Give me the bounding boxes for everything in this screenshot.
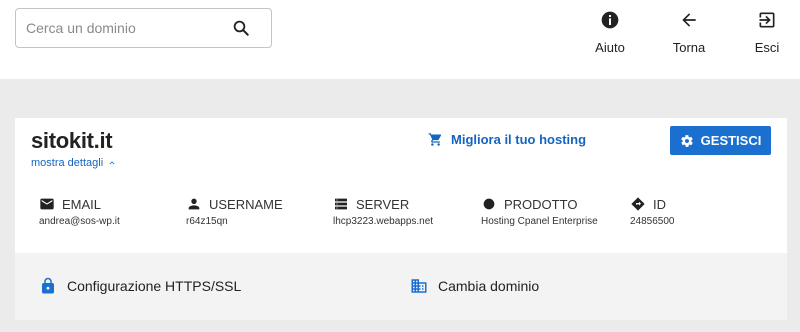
info-server-header: SERVER xyxy=(333,196,433,212)
logout-label: Esci xyxy=(754,40,780,55)
server-icon xyxy=(335,198,347,210)
info-email: EMAIL andrea@sos-wp.it xyxy=(39,196,120,228)
site-title: sitokit.it xyxy=(31,128,113,153)
back-label: Torna xyxy=(672,40,706,55)
info-server-label: SERVER xyxy=(356,196,410,212)
info-id: ID 24856500 xyxy=(630,196,675,228)
info-username-value: r64z15qn xyxy=(186,216,228,227)
logout-button[interactable]: Esci xyxy=(737,10,797,60)
manage-label: GESTISCI xyxy=(700,133,762,148)
chevron-up-icon xyxy=(109,161,115,165)
info-product-value: Hosting Cpanel Enterprise xyxy=(481,216,598,227)
info-username: USERNAME r64z15qn xyxy=(186,196,283,228)
back-button[interactable]: Torna xyxy=(659,10,719,60)
help-button[interactable]: Aiuto xyxy=(580,10,640,60)
upgrade-hosting-link[interactable]: Migliora il tuo hosting xyxy=(428,132,586,147)
https-ssl-link[interactable]: Configurazione HTTPS/SSL xyxy=(39,277,241,295)
info-server: SERVER lhcp3223.webapps.net xyxy=(333,196,434,228)
exit-icon xyxy=(759,12,775,28)
search-box[interactable] xyxy=(15,8,272,48)
info-username-label: USERNAME xyxy=(209,196,283,212)
details-toggle[interactable]: mostra dettagli xyxy=(31,157,117,169)
info-server-value: lhcp3223.webapps.net xyxy=(333,216,434,227)
mail-icon xyxy=(40,198,54,210)
gear-icon xyxy=(680,134,693,147)
info-product-header: PRODOTTO xyxy=(481,196,598,212)
change-domain-label: Cambia dominio xyxy=(438,278,540,294)
site-card: sitokit.it mostra dettagli Migliora il t… xyxy=(15,118,787,320)
building-icon xyxy=(411,279,427,293)
info-product: PRODOTTO Hosting Cpanel Enterprise xyxy=(481,196,598,228)
info-email-header: EMAIL xyxy=(39,196,120,212)
help-label: Aiuto xyxy=(595,40,625,55)
lock-icon xyxy=(42,277,54,294)
info-id-label: ID xyxy=(653,196,666,212)
top-bar: Aiuto Torna Esci xyxy=(0,0,800,79)
info-username-header: USERNAME xyxy=(186,196,283,212)
manage-button[interactable]: GESTISCI xyxy=(670,126,771,155)
info-product-label: PRODOTTO xyxy=(504,196,578,212)
change-domain-link[interactable]: Cambia dominio xyxy=(410,277,539,295)
info-email-label: EMAIL xyxy=(62,196,102,212)
info-icon xyxy=(601,11,619,29)
info-id-header: ID xyxy=(630,196,675,212)
upgrade-label: Migliora il tuo hosting xyxy=(451,132,587,147)
cart-icon xyxy=(428,133,442,146)
circle-icon xyxy=(483,198,495,210)
search-input[interactable] xyxy=(26,17,226,39)
search-icon[interactable] xyxy=(232,19,250,37)
actions-bar: Configurazione HTTPS/SSL Cambia dominio xyxy=(15,253,787,320)
details-label: mostra dettagli xyxy=(31,157,104,169)
info-id-value: 24856500 xyxy=(630,216,675,227)
arrow-left-icon xyxy=(682,13,696,27)
person-icon xyxy=(188,198,200,210)
diamond-icon xyxy=(631,197,645,211)
https-ssl-label: Configurazione HTTPS/SSL xyxy=(67,278,242,294)
info-email-value: andrea@sos-wp.it xyxy=(39,216,120,227)
